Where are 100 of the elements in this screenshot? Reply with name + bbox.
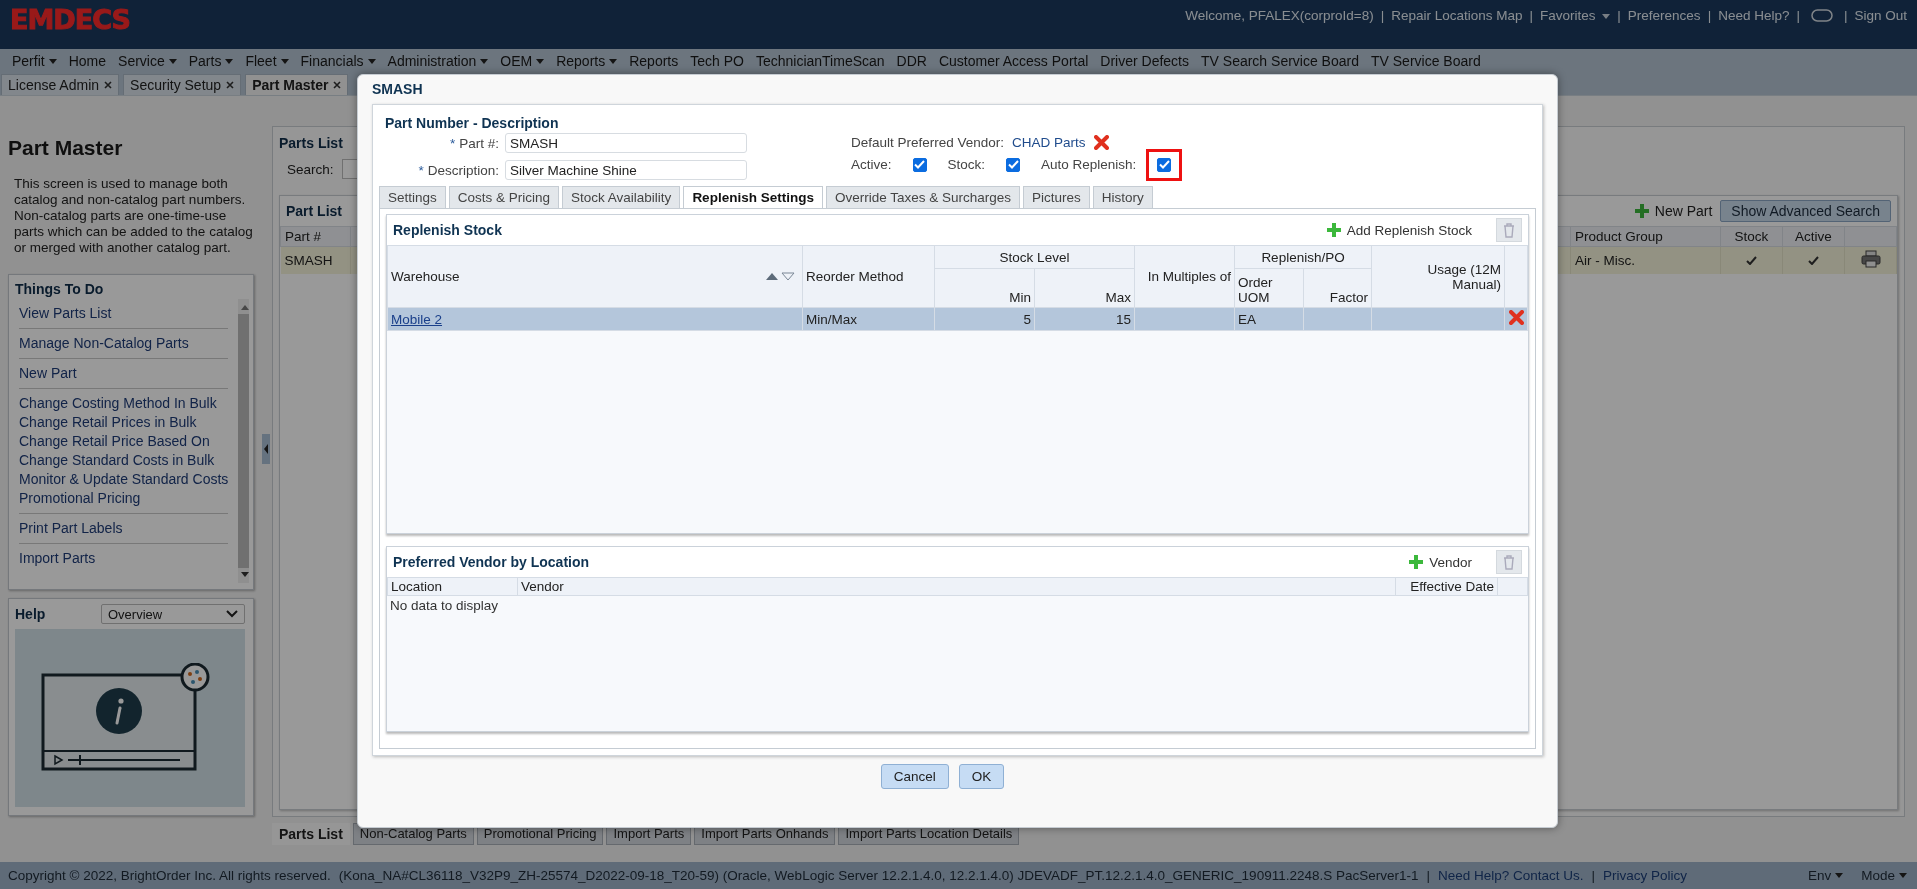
checkbox[interactable] [1006, 157, 1021, 172]
column-header[interactable]: Order UOM [1234, 268, 1304, 308]
panel-title: Help [15, 606, 46, 622]
column-header[interactable]: Active [1782, 226, 1845, 247]
scroll-down-icon[interactable] [241, 572, 249, 577]
menu-item[interactable]: Tech PO [684, 53, 750, 69]
panel-title: Parts List [279, 135, 343, 151]
header-link[interactable]: Need Help? [1718, 8, 1790, 23]
menu-item[interactable]: Fleet [239, 53, 295, 69]
scrollbar[interactable] [238, 299, 249, 583]
menu-item[interactable]: TechnicianTimeScan [749, 53, 891, 69]
tab[interactable]: Costs & Pricing [448, 186, 560, 208]
task-link[interactable]: Change Retail Prices in Bulk [19, 413, 229, 432]
tab[interactable]: Settings [379, 186, 446, 208]
column-header[interactable]: Vendor [517, 577, 1396, 596]
menu-item[interactable]: Parts [182, 53, 240, 69]
table-row[interactable]: Mobile 2 Min/Max 5 15 EA [387, 307, 1528, 331]
remove-icon[interactable] [1093, 135, 1109, 150]
menu-item[interactable]: TV Search Service Board [1195, 53, 1365, 69]
header-link[interactable]: Sign Out [1854, 8, 1907, 23]
vendor-link[interactable]: CHAD Parts [1012, 135, 1086, 150]
advanced-search-button[interactable]: Show Advanced Search [1720, 200, 1891, 222]
menu-item[interactable]: Customer Access Portal [932, 53, 1095, 69]
dialog-button[interactable]: OK [958, 764, 1005, 789]
menu-item[interactable]: Financials [294, 53, 382, 69]
column-header[interactable]: Usage (12M Manual) [1371, 245, 1505, 308]
menu-item[interactable]: OEM [494, 53, 551, 69]
menu-item[interactable]: Reports [550, 53, 624, 69]
scroll-up-icon[interactable] [241, 305, 249, 310]
text-field[interactable]: Silver Machine Shine [505, 160, 747, 180]
task-link[interactable]: Print Part Labels [19, 519, 229, 538]
page-tab[interactable]: Security Setup [123, 74, 242, 95]
add-button[interactable]: Vendor [1408, 554, 1472, 570]
column-header[interactable]: Reorder Method [802, 245, 935, 308]
column-header[interactable]: In Multiples of [1134, 245, 1235, 308]
column-header[interactable]: Warehouse [387, 245, 803, 308]
checkbox[interactable] [1157, 157, 1172, 172]
sort-icon[interactable] [765, 272, 795, 281]
column-header[interactable]: Product Group [1570, 226, 1721, 247]
table-cell: 15 [1116, 311, 1131, 327]
column-header[interactable]: Min [934, 268, 1035, 308]
text-field[interactable]: SMASH [505, 133, 747, 153]
menu-item[interactable]: Home [62, 53, 113, 69]
footer-link[interactable]: Need Help? Contact Us. [1438, 868, 1584, 883]
task-link[interactable]: Change Costing Method In Bulk [19, 394, 229, 413]
menu-item[interactable]: Driver Defects [1094, 53, 1195, 69]
footer-link[interactable]: Privacy Policy [1603, 868, 1688, 883]
table-cell: EA [1238, 311, 1257, 327]
column-header[interactable]: Effective Date [1395, 577, 1498, 596]
task-link[interactable]: Promotional Pricing [19, 489, 229, 508]
bottom-tab[interactable]: Parts List [272, 823, 350, 845]
task-link[interactable]: Change Standard Costs in Bulk [19, 451, 229, 470]
menu-item[interactable]: Service [112, 53, 183, 69]
column-header[interactable]: Location [387, 577, 518, 596]
task-link[interactable]: Monitor & Update Standard Costs [19, 470, 229, 489]
task-link[interactable]: New Part [19, 364, 229, 383]
tab[interactable]: Replenish Settings [683, 186, 823, 208]
caret-icon [280, 58, 289, 64]
header-link[interactable]: Repair Locations Map [1391, 8, 1523, 23]
menu-item[interactable]: Perfit [6, 53, 63, 69]
close-icon[interactable] [226, 81, 235, 89]
checkbox[interactable] [912, 157, 927, 172]
separator-text: | [1591, 868, 1596, 883]
menu-item[interactable]: Reports [623, 53, 685, 69]
column-header[interactable]: Part # [280, 226, 351, 247]
delete-icon[interactable] [1508, 310, 1524, 325]
header-link[interactable]: Preferences [1627, 8, 1701, 23]
task-link[interactable]: Manage Non-Catalog Parts [19, 334, 229, 353]
logo: EMDECS [10, 6, 130, 33]
task-link[interactable]: Change Retail Price Based On [19, 432, 229, 451]
tab[interactable]: Override Taxes & Surcharges [825, 186, 1020, 208]
column-header[interactable]: Stock [1720, 226, 1783, 247]
collapse-handle-icon[interactable] [262, 434, 270, 464]
tab[interactable]: Pictures [1023, 186, 1090, 208]
close-icon[interactable] [104, 81, 113, 89]
toggle-icon[interactable] [1810, 8, 1833, 23]
printer-icon[interactable] [1860, 250, 1881, 268]
footer-menu[interactable]: Env [1807, 868, 1844, 883]
topic-dropdown[interactable]: Overview [101, 604, 245, 624]
column-header[interactable]: Max [1034, 268, 1135, 308]
dialog-button[interactable]: Cancel [880, 764, 949, 789]
tab[interactable]: Stock Availability [562, 186, 681, 208]
tab[interactable]: History [1092, 186, 1153, 208]
favorites-menu[interactable]: Favorites [1540, 8, 1611, 23]
add-button[interactable]: Add Replenish Stock [1325, 222, 1472, 238]
close-icon[interactable] [333, 81, 342, 89]
menu-item[interactable]: DDR [890, 53, 933, 69]
menu-item[interactable]: Administration [381, 53, 495, 69]
column-header[interactable]: Factor [1303, 268, 1372, 308]
checkbox-label: Active: [851, 157, 892, 172]
welcome-text: Welcome, PFALEX(corproId=8) [1185, 8, 1374, 23]
task-link[interactable]: Import Parts [19, 549, 229, 568]
new-part-button[interactable]: New Part [1633, 203, 1713, 219]
warehouse-link[interactable]: Mobile 2 [391, 311, 443, 327]
menu-item[interactable]: TV Service Board [1365, 53, 1487, 69]
page-tab[interactable]: License Admin [1, 74, 120, 95]
page-tab[interactable]: Part Master [245, 74, 349, 95]
task-link[interactable]: View Parts List [19, 304, 229, 323]
footer-menu[interactable]: Mode [1861, 868, 1907, 883]
search-label: Search: [287, 161, 334, 177]
